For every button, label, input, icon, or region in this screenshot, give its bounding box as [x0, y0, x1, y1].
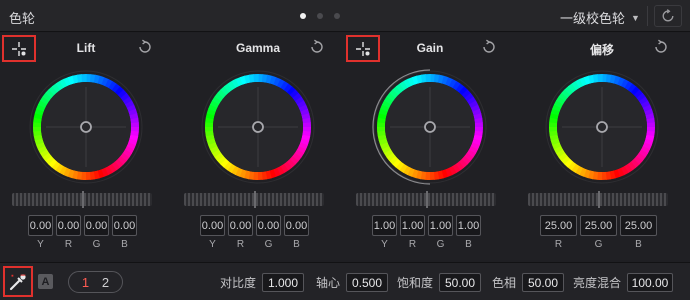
value-field-b[interactable]: 0.00 — [284, 215, 309, 236]
saturation-field[interactable]: 50.00 — [439, 273, 482, 292]
wheel-channel-labels: YRGB — [372, 239, 481, 250]
value-field-g[interactable]: 1.00 — [428, 215, 453, 236]
wheel-2: Gain 1.00 1.00 1.00 1.00 Y R G B — [344, 33, 516, 260]
value-field-r[interactable]: 25.00 — [540, 215, 577, 236]
luma-mix-label: 亮度混合 — [573, 276, 622, 290]
reset-icon[interactable] — [137, 39, 153, 55]
value-field-r[interactable]: 0.00 — [228, 215, 253, 236]
channel-label: B — [293, 239, 300, 250]
panel-title: 色轮 — [9, 11, 36, 26]
adjustment-bar: A 1 2 对比度 1.000 轴心 0.500 饱和度 50.00 色相 50… — [0, 262, 690, 300]
channel-label: G — [264, 239, 273, 250]
hue-field[interactable]: 50.00 — [522, 273, 565, 292]
value-field-r[interactable]: 0.00 — [56, 215, 81, 236]
value-field-g[interactable]: 0.00 — [84, 215, 109, 236]
value-field-y[interactable]: 0.00 — [28, 215, 53, 236]
wheel-3: 偏移 25.00 25.00 25.00 R G B — [516, 33, 688, 260]
channel-label: Y — [37, 239, 44, 250]
hue-label: 色相 — [492, 276, 517, 290]
channel-label: B — [635, 239, 642, 250]
channel-label: R — [64, 239, 73, 250]
page-dot-1[interactable] — [300, 13, 306, 19]
reset-all-button[interactable] — [654, 5, 682, 27]
value-field-b[interactable]: 0.00 — [112, 215, 137, 236]
auto-balance-button[interactable]: A — [38, 274, 53, 289]
saturation-control: 饱和度 50.00 — [397, 273, 482, 292]
wheel-channel-labels: YRGB — [200, 239, 309, 250]
master-wheel-slider[interactable] — [356, 191, 496, 208]
reset-icon[interactable] — [653, 39, 669, 55]
value-field-y[interactable]: 1.00 — [372, 215, 397, 236]
saturation-label: 饱和度 — [397, 276, 434, 290]
wheel-mode-dropdown[interactable]: 一级校色轮 ▼ — [560, 8, 640, 27]
luma-mix-control: 亮度混合 100.00 — [573, 273, 674, 292]
page-selector: 1 2 — [68, 271, 123, 293]
master-wheel-slider[interactable] — [528, 191, 668, 208]
value-field-b[interactable]: 1.00 — [456, 215, 481, 236]
pivot-label: 轴心 — [316, 276, 341, 290]
channel-label: R — [408, 239, 417, 250]
value-field-g[interactable]: 25.00 — [580, 215, 617, 236]
channel-label: B — [465, 239, 472, 250]
reset-icon[interactable] — [481, 39, 497, 55]
master-wheel-slider[interactable] — [184, 191, 324, 208]
color-wheel[interactable] — [372, 69, 488, 185]
wheel-channel-labels: RGB — [540, 239, 657, 250]
page-dot-2[interactable] — [317, 13, 323, 19]
wheel-1: Gamma 0.00 0.00 0.00 0.00 Y R G B — [172, 33, 344, 260]
page-1-button[interactable]: 1 — [82, 275, 89, 290]
channel-label: R — [554, 239, 563, 250]
channel-label: Y — [209, 239, 216, 250]
color-wheel[interactable] — [544, 69, 660, 185]
divider — [647, 6, 648, 26]
wheel-values: 25.00 25.00 25.00 — [540, 215, 657, 236]
channel-label: G — [92, 239, 101, 250]
panel-header: 色轮 一级校色轮 ▼ — [0, 0, 690, 32]
wheel-channel-labels: YRGB — [28, 239, 137, 250]
chevron-down-icon: ▼ — [631, 12, 640, 23]
eyedropper-button[interactable] — [3, 266, 33, 297]
value-field-b[interactable]: 25.00 — [620, 215, 657, 236]
channel-label: R — [236, 239, 245, 250]
wheel-values: 1.00 1.00 1.00 1.00 — [372, 215, 481, 236]
color-wheel[interactable] — [200, 69, 316, 185]
contrast-control: 对比度 1.000 — [220, 273, 305, 292]
color-wheels-area: Lift 0.00 0.00 0.00 0.00 Y R G B Gamma 0.00 0.00 0.0… — [0, 33, 690, 260]
reset-all-icon — [662, 9, 674, 22]
contrast-label: 对比度 — [220, 276, 257, 290]
contrast-field[interactable]: 1.000 — [262, 273, 305, 292]
pivot-control: 轴心 0.500 — [316, 273, 389, 292]
page-indicator — [300, 13, 340, 19]
channel-label: G — [594, 239, 603, 250]
wheel-0: Lift 0.00 0.00 0.00 0.00 Y R G B — [0, 33, 172, 260]
luma-mix-field[interactable]: 100.00 — [627, 273, 674, 292]
page-2-button[interactable]: 2 — [102, 275, 109, 290]
value-field-y[interactable]: 0.00 — [200, 215, 225, 236]
value-field-r[interactable]: 1.00 — [400, 215, 425, 236]
pivot-field[interactable]: 0.500 — [346, 273, 389, 292]
channel-label: G — [436, 239, 445, 250]
page-dot-3[interactable] — [334, 13, 340, 19]
hue-control: 色相 50.00 — [492, 273, 565, 292]
eyedropper-icon — [9, 273, 26, 290]
color-wheel[interactable] — [28, 69, 144, 185]
value-field-g[interactable]: 0.00 — [256, 215, 281, 236]
channel-label: Y — [381, 239, 388, 250]
wheel-values: 0.00 0.00 0.00 0.00 — [200, 215, 309, 236]
wheel-values: 0.00 0.00 0.00 0.00 — [28, 215, 137, 236]
reset-icon[interactable] — [309, 39, 325, 55]
channel-label: B — [121, 239, 128, 250]
master-wheel-slider[interactable] — [12, 191, 152, 208]
wheel-mode-label: 一级校色轮 — [560, 11, 626, 26]
